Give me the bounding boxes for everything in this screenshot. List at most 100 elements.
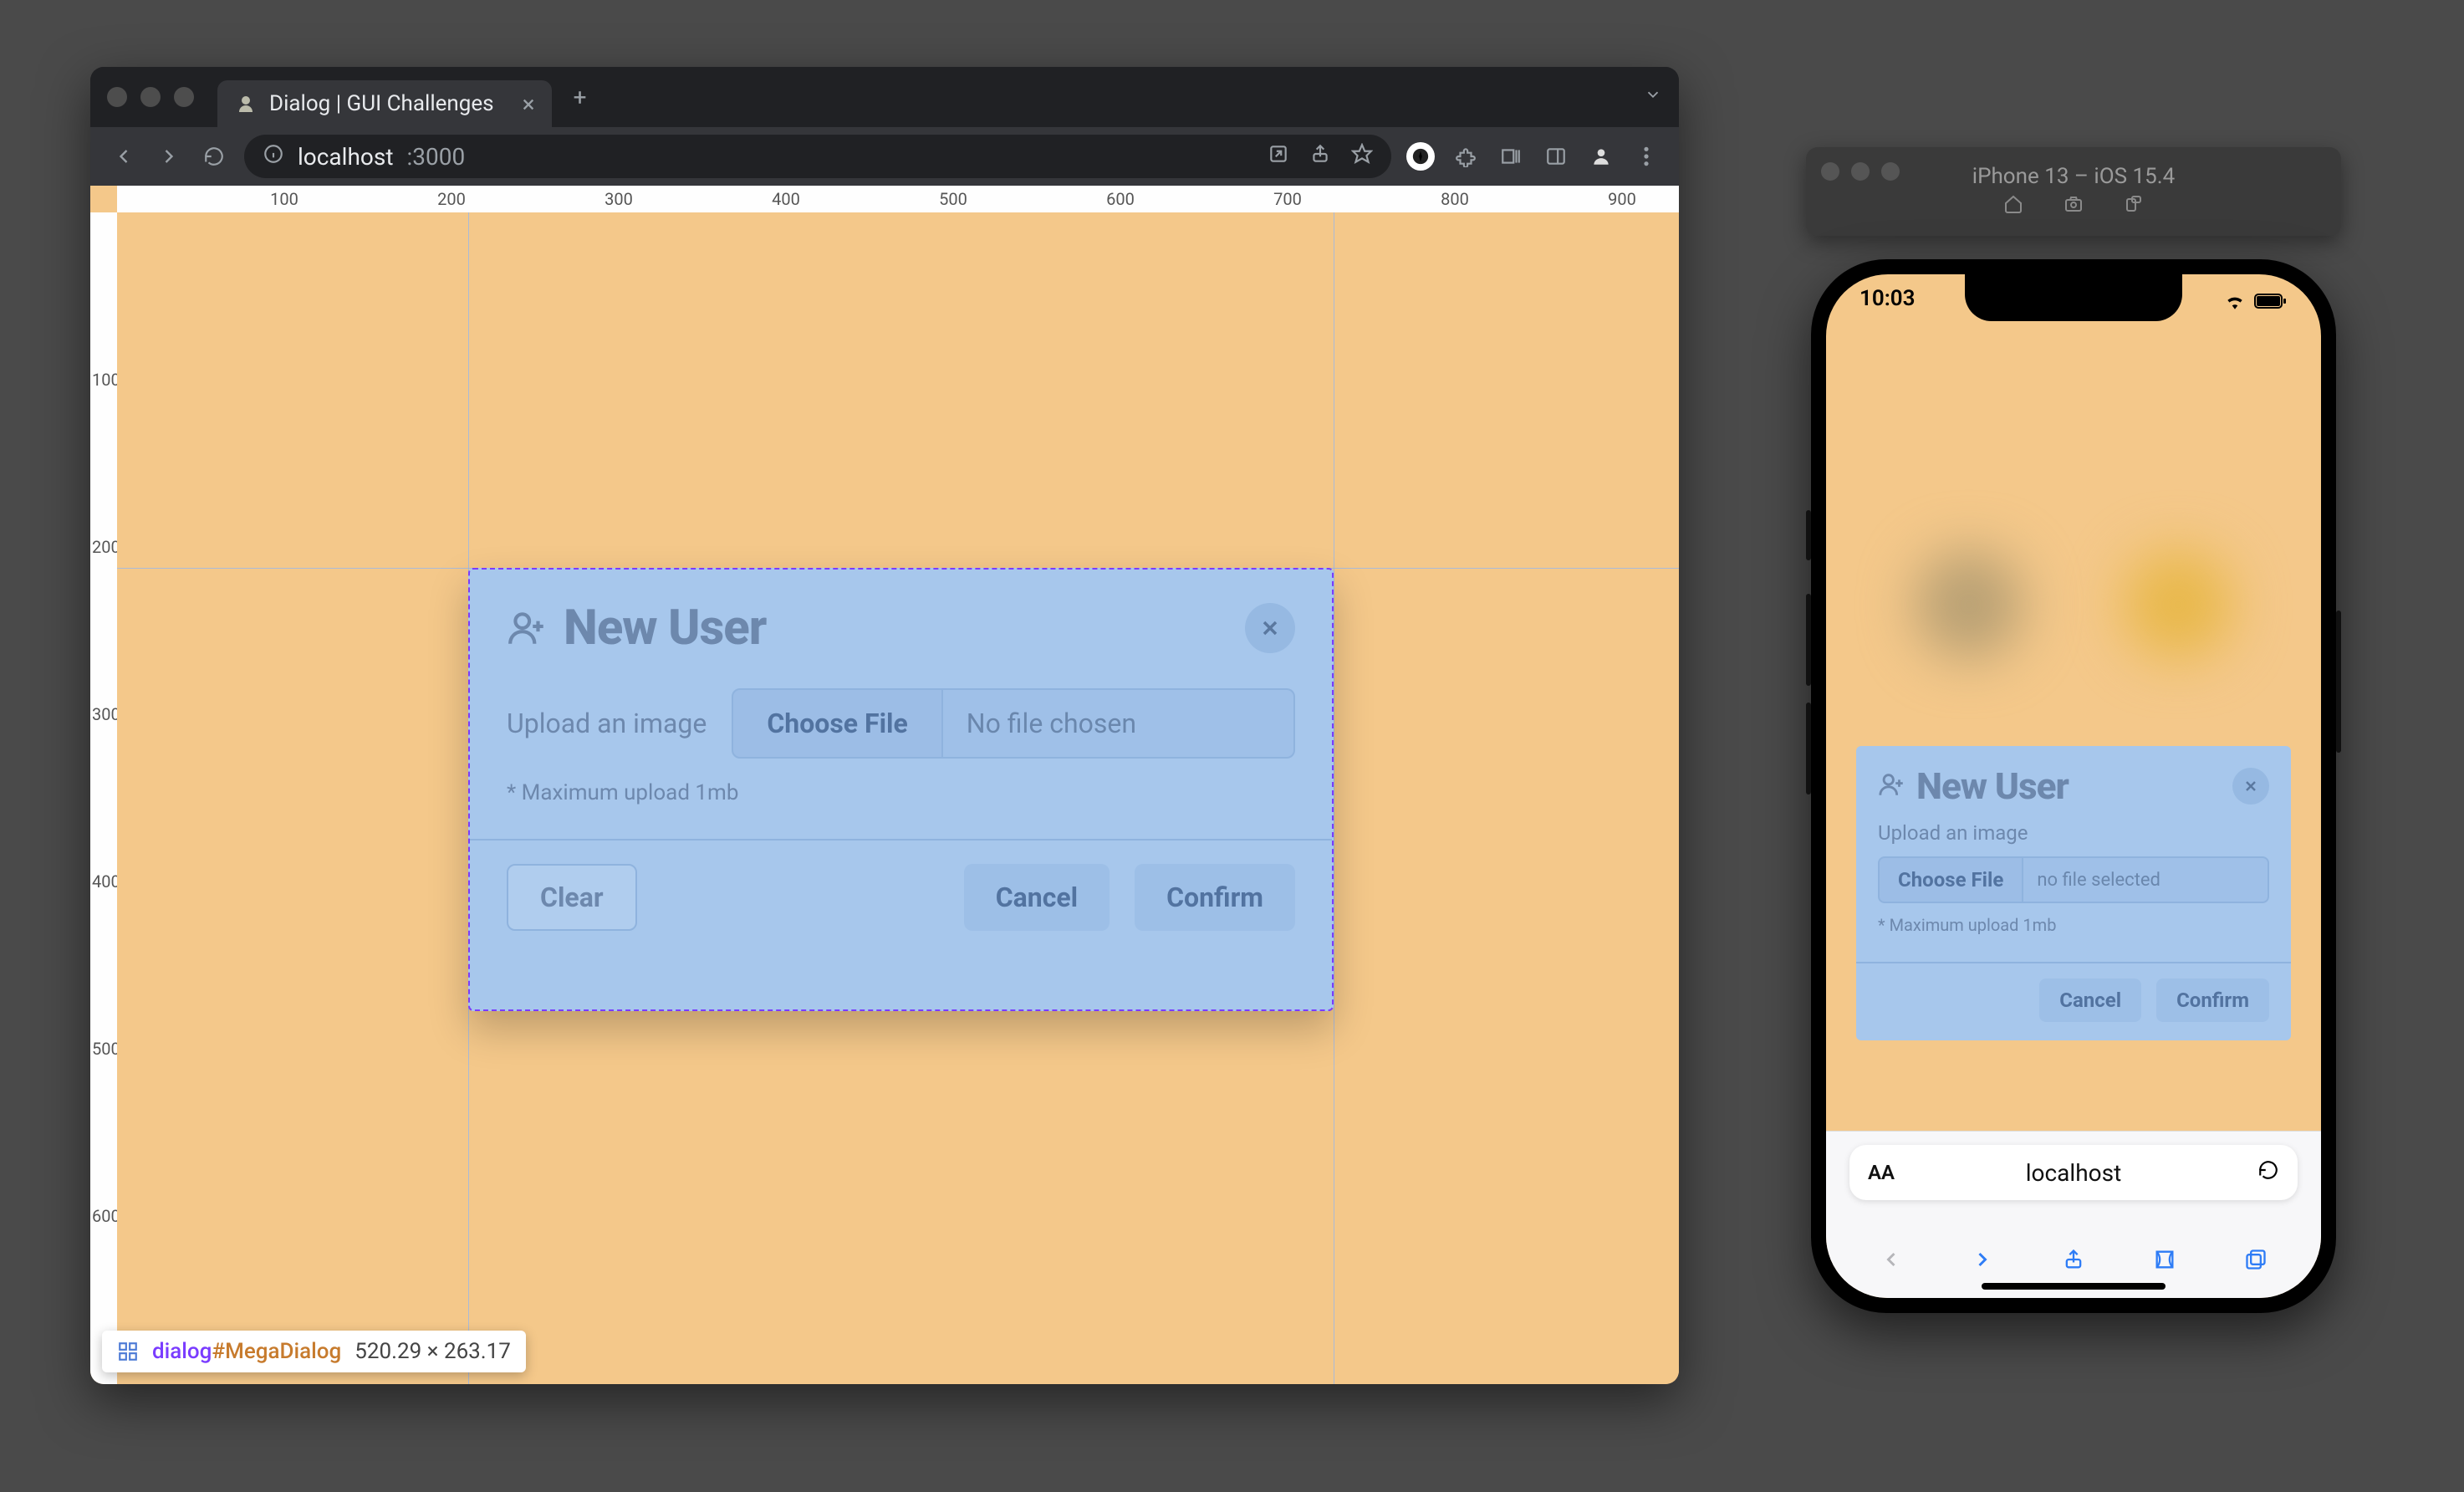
upload-hint: * Maximum upload 1mb: [1878, 915, 2269, 935]
ruler-tick: 500: [92, 1039, 120, 1059]
file-name-label: No file chosen: [943, 688, 1295, 759]
media-icon[interactable]: [1497, 142, 1525, 171]
page-canvas: New User Upload an image Choose File No …: [117, 212, 1679, 1384]
mobile-dialog: New User Upload an image Choose File no …: [1856, 746, 2291, 1040]
profile-avatar-icon[interactable]: [1587, 142, 1615, 171]
ruler-tick: 300: [92, 704, 120, 724]
tabs-icon[interactable]: [2239, 1243, 2273, 1276]
back-button[interactable]: [1875, 1243, 1908, 1276]
upload-label: Upload an image: [507, 708, 707, 739]
safari-url: localhost: [2026, 1159, 2121, 1187]
tab-overflow-button[interactable]: [1644, 85, 1662, 109]
ruler-vertical: 100 200 300 400 500 600: [90, 212, 117, 1384]
favicon-icon: [234, 92, 258, 115]
forward-button[interactable]: [1966, 1243, 1999, 1276]
ruler-tick: 800: [1441, 189, 1469, 209]
ruler-horizontal: 100 200 300 400 500 600 700 800 900: [117, 186, 1679, 212]
dialog-close-button[interactable]: [1245, 603, 1295, 653]
minimize-window-button[interactable]: [1851, 162, 1870, 181]
safari-address-bar[interactable]: AA localhost: [1849, 1145, 2298, 1200]
compass-extension-icon[interactable]: [1406, 142, 1435, 171]
window-controls: [107, 87, 194, 107]
home-icon[interactable]: [2003, 194, 2023, 220]
text-size-icon[interactable]: AA: [1868, 1161, 1895, 1184]
ruler-tick: 400: [92, 871, 120, 892]
user-plus-icon: [507, 607, 548, 649]
blur-circle: [1915, 550, 2023, 659]
status-time: 10:03: [1859, 286, 1916, 319]
battery-icon: [2254, 290, 2288, 315]
ruler-tick: 900: [1608, 189, 1636, 209]
phone-volume-down: [1806, 703, 1811, 795]
dialog-title: New User: [564, 600, 766, 657]
dialog-footer: Clear Cancel Confirm: [470, 839, 1332, 954]
close-window-button[interactable]: [107, 87, 127, 107]
file-input[interactable]: Choose File no file selected: [1878, 856, 2269, 903]
kebab-menu-icon[interactable]: [1632, 142, 1661, 171]
dialog-footer: Cancel Confirm: [1856, 962, 2291, 1022]
open-external-icon[interactable]: [1268, 143, 1289, 171]
close-tab-button[interactable]: ×: [523, 90, 535, 118]
maximize-window-button[interactable]: [174, 87, 194, 107]
bookmark-star-icon[interactable]: [1351, 143, 1373, 171]
ruler-tick: 100: [270, 189, 298, 209]
phone-power-button: [2336, 611, 2341, 753]
dialog-close-button[interactable]: [2232, 768, 2269, 805]
forward-button[interactable]: [154, 141, 184, 171]
ruler-tick: 400: [772, 189, 800, 209]
new-tab-button[interactable]: +: [562, 77, 599, 118]
file-input[interactable]: Choose File No file chosen: [732, 688, 1295, 759]
element-dimensions: 520.29 × 263.17: [355, 1339, 511, 1364]
share-icon[interactable]: [1309, 143, 1331, 171]
upload-hint: * Maximum upload 1mb: [507, 780, 1295, 805]
mega-dialog: New User Upload an image Choose File No …: [468, 568, 1334, 1011]
reload-button[interactable]: [199, 141, 229, 171]
user-plus-icon: [1878, 770, 1906, 802]
choose-file-button[interactable]: Choose File: [732, 688, 942, 759]
reload-icon[interactable]: [2257, 1159, 2279, 1187]
url-hostname: localhost: [298, 143, 393, 171]
cancel-button[interactable]: Cancel: [2039, 978, 2141, 1022]
ruler-tick: 200: [437, 189, 466, 209]
site-info-icon[interactable]: [263, 143, 284, 171]
selector-id: #MegaDialog: [212, 1339, 341, 1364]
confirm-button[interactable]: Confirm: [2156, 978, 2269, 1022]
close-window-button[interactable]: [1821, 162, 1839, 181]
screenshot-icon[interactable]: [2064, 194, 2084, 220]
cancel-button[interactable]: Cancel: [964, 864, 1110, 931]
address-bar[interactable]: localhost:3000: [244, 135, 1391, 178]
dialog-title: New User: [1916, 764, 2069, 808]
minimize-window-button[interactable]: [140, 87, 161, 107]
ruler-tick: 700: [1273, 189, 1302, 209]
back-button[interactable]: [109, 141, 139, 171]
browser-tab[interactable]: Dialog | GUI Challenges ×: [217, 80, 552, 127]
dialog-body: Upload an image Choose File No file chos…: [470, 673, 1332, 812]
toolbar-icons: [1406, 142, 1661, 171]
bookmarks-icon[interactable]: [2148, 1243, 2181, 1276]
phone-notch: [1965, 274, 2182, 321]
browser-window: Dialog | GUI Challenges × + localhost:30…: [90, 67, 1679, 1384]
phone-volume-up: [1806, 594, 1811, 686]
clear-button[interactable]: Clear: [507, 864, 637, 931]
confirm-button[interactable]: Confirm: [1135, 864, 1295, 931]
extensions-icon[interactable]: [1451, 142, 1480, 171]
simulator-window-controls: [1821, 162, 1900, 181]
choose-file-button[interactable]: Choose File: [1878, 856, 2023, 903]
maximize-window-button[interactable]: [1881, 162, 1900, 181]
ruler-tick: 600: [1106, 189, 1135, 209]
iphone-frame: 10:03 New User Upload an image: [1811, 259, 2336, 1313]
blur-circle: [2124, 550, 2232, 659]
selector-tag: dialog: [152, 1339, 212, 1364]
file-name-label: no file selected: [2023, 856, 2269, 903]
ruler-tick: 500: [939, 189, 967, 209]
ruler-tick: 600: [92, 1206, 120, 1226]
background-blur: [1826, 550, 2321, 659]
browser-toolbar: localhost:3000: [90, 127, 1679, 186]
rotate-icon[interactable]: [2124, 194, 2144, 220]
home-indicator[interactable]: [1982, 1283, 2166, 1290]
share-icon[interactable]: [2057, 1243, 2090, 1276]
ruler-tick: 200: [92, 537, 120, 557]
dialog-header: New User: [1856, 746, 2291, 813]
sidepanel-icon[interactable]: [1542, 142, 1570, 171]
devtools-element-badge: dialog#MegaDialog 520.29 × 263.17: [102, 1331, 526, 1372]
